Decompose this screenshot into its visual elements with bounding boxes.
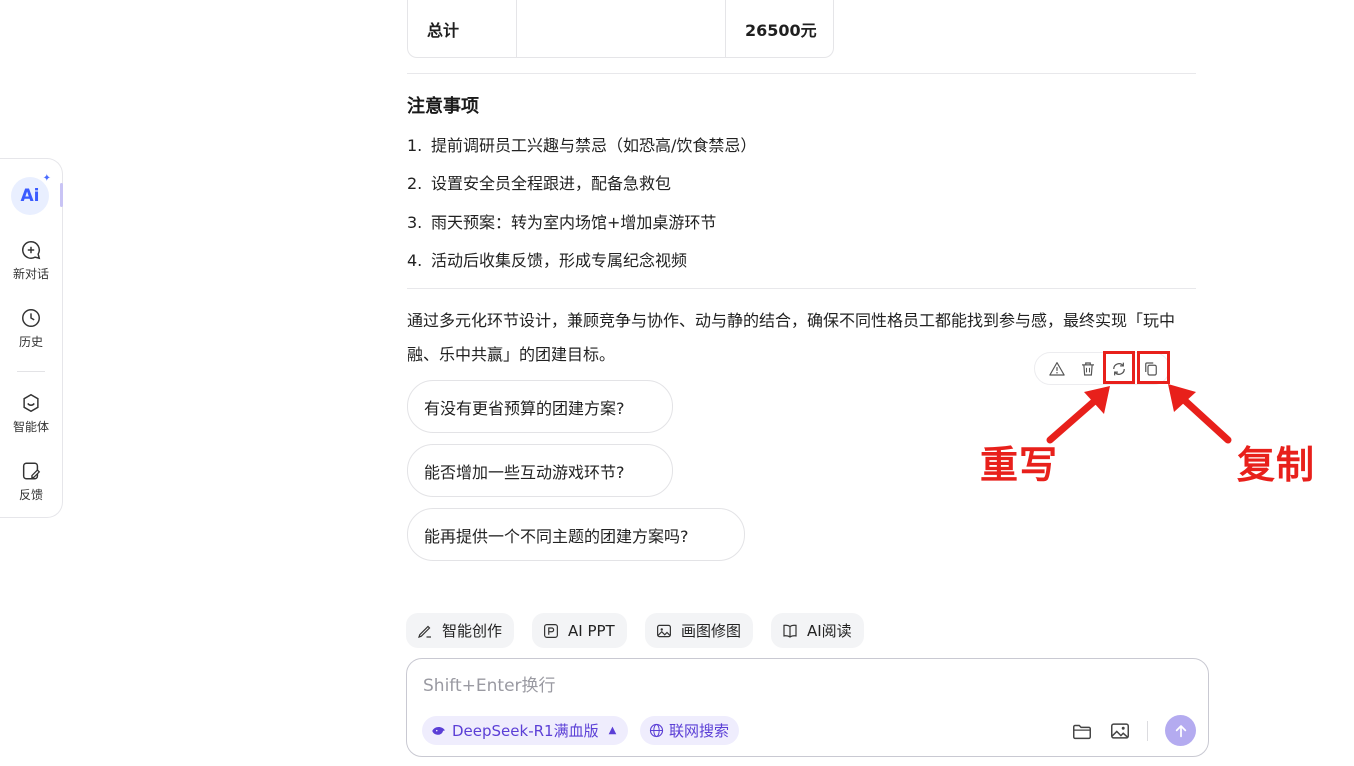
globe-icon: [649, 723, 664, 738]
copy-annotation-label: 复制: [1237, 443, 1316, 487]
table-cell-total: 26500元: [745, 20, 817, 40]
section-divider: [407, 73, 1196, 74]
list-text: 设置安全员全程跟进，配备急救包: [431, 174, 672, 193]
list-number: 1.: [407, 136, 423, 155]
model-name: DeepSeek-R1满血版: [452, 722, 599, 740]
arrow-up-icon: [1175, 724, 1186, 737]
list-item: 1. 提前调研员工兴趣与禁忌（如恐高/饮食禁忌）: [407, 132, 756, 156]
table-column-divider: [725, 0, 726, 57]
sidebar-item-label: 智能体: [12, 420, 49, 434]
feedback-icon: [22, 462, 41, 480]
suggestion-chip[interactable]: 有没有更省预算的团建方案?: [407, 380, 673, 433]
ppt-icon: [544, 623, 558, 638]
active-indicator: [60, 183, 63, 207]
web-search-label: 联网搜索: [669, 722, 730, 740]
chat-input-box: DeepSeek-R1满血版 ▲ 联网搜索: [406, 658, 1209, 757]
list-item: 2. 设置安全员全程跟进，配备急救包: [407, 170, 671, 194]
sidebar-item-agent[interactable]: 智能体: [0, 392, 62, 435]
suggestion-chip[interactable]: 能否增加一些互动游戏环节?: [407, 444, 673, 497]
list-text: 活动后收集反馈，形成专属纪念视频: [431, 251, 688, 270]
list-item: 4. 活动后收集反馈，形成专属纪念视频: [407, 247, 687, 271]
sidebar-item-label: 反馈: [18, 488, 43, 502]
clock-icon: [22, 309, 40, 327]
report-button[interactable]: [1047, 359, 1067, 379]
send-button[interactable]: [1165, 715, 1196, 746]
tool-ai-ppt[interactable]: AI PPT: [532, 613, 627, 648]
list-item: 3. 雨天预案：转为室内场馆+增加桌游环节: [407, 209, 716, 233]
delete-button[interactable]: [1078, 359, 1098, 379]
sidebar-item-label: 历史: [18, 335, 43, 349]
table-column-divider: [516, 0, 517, 57]
deepseek-whale-icon: [432, 726, 445, 735]
sidebar-item-feedback[interactable]: 反馈: [0, 460, 62, 503]
tool-label: 智能创作: [442, 622, 503, 640]
tool-label: 画图修图: [681, 622, 742, 640]
copy-arrow-icon: [1168, 384, 1232, 444]
sidebar: Ai ✦ 新对话 历史 智能体 反馈: [0, 158, 63, 518]
logo-text: Ai: [20, 186, 40, 206]
budget-table: 总计 26500元: [407, 0, 834, 58]
web-search-toggle[interactable]: 联网搜索: [640, 716, 740, 745]
tool-image-edit[interactable]: 画图修图: [645, 613, 754, 648]
pen-icon: [418, 625, 431, 638]
tool-label: AI PPT: [568, 621, 615, 640]
notes-heading: 注意事项: [407, 96, 479, 117]
trash-icon: [1082, 362, 1094, 376]
list-number: 3.: [407, 213, 423, 232]
book-icon: [783, 624, 797, 638]
model-selector[interactable]: DeepSeek-R1满血版 ▲: [422, 716, 629, 745]
chat-input[interactable]: [421, 671, 1185, 701]
folder-icon: [1073, 724, 1091, 740]
input-toolbar-divider: [1147, 721, 1148, 741]
rewrite-annotation-label: 重写: [980, 443, 1059, 487]
upload-image-button[interactable]: [1109, 720, 1131, 742]
image-icon: [657, 624, 671, 637]
caret-up-icon: ▲: [608, 725, 617, 736]
list-text: 雨天预案：转为室内场馆+增加桌游环节: [431, 213, 717, 232]
new-chat-icon: [22, 241, 41, 260]
list-number: 2.: [407, 174, 423, 193]
sidebar-item-label: 新对话: [12, 267, 49, 281]
suggestion-chip[interactable]: 能再提供一个不同主题的团建方案吗?: [407, 508, 745, 561]
tool-smart-create[interactable]: 智能创作: [406, 613, 515, 648]
agent-icon: [23, 393, 39, 413]
ai-logo-icon[interactable]: Ai ✦: [11, 173, 51, 215]
list-number: 4.: [407, 251, 423, 270]
sparkle-icon: ✦: [42, 173, 51, 184]
list-text: 提前调研员工兴趣与禁忌（如恐高/饮食禁忌）: [431, 136, 757, 155]
image-upload-icon: [1111, 723, 1129, 739]
upload-file-button[interactable]: [1071, 720, 1093, 742]
section-divider: [407, 288, 1196, 289]
sidebar-divider: [17, 371, 45, 372]
sidebar-item-history[interactable]: 历史: [0, 307, 62, 350]
warning-icon: [1049, 362, 1065, 376]
tool-ai-read[interactable]: AI阅读: [771, 613, 864, 648]
table-cell-label: 总计: [427, 20, 460, 40]
tool-label: AI阅读: [807, 622, 852, 640]
sidebar-item-new-chat[interactable]: 新对话: [0, 239, 62, 282]
